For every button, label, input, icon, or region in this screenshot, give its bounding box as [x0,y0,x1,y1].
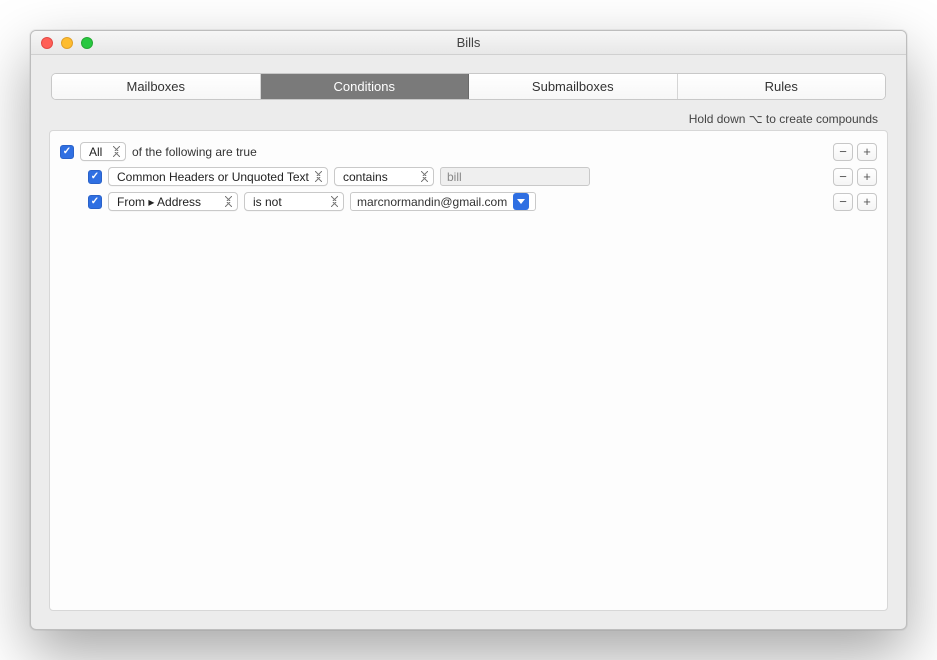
root-add-button[interactable]: + [857,143,877,161]
tab-submailboxes[interactable]: Submailboxes [469,74,678,99]
token-value: marcnormandin@gmail.com [357,195,507,209]
hint-row: Hold down ⌥ to create compounds [31,100,906,130]
titlebar: Bills [31,31,906,55]
root-remove-button[interactable]: − [833,143,853,161]
tab-conditions[interactable]: Conditions [261,74,470,99]
condition-add-button[interactable]: + [857,193,877,211]
token-dropdown-icon[interactable] [513,193,529,210]
window: Bills Mailboxes Conditions Submailboxes … [30,30,907,630]
conditions-pane: All of the following are true − + Common… [49,130,888,611]
condition-remove-button[interactable]: − [833,168,853,186]
root-suffix-label: of the following are true [132,145,257,159]
condition-op-popup[interactable]: contains [334,167,434,186]
condition-row: From ▸ Address is not marcnormandin@gmai… [60,189,877,214]
condition-token-field[interactable]: marcnormandin@gmail.com [350,192,536,211]
condition-value-field[interactable]: bill [440,167,590,186]
window-title: Bills [31,35,906,50]
condition-row: Common Headers or Unquoted Text contains… [60,164,877,189]
zoom-icon[interactable] [81,37,93,49]
condition-add-button[interactable]: + [857,168,877,186]
condition-field-popup[interactable]: Common Headers or Unquoted Text [108,167,328,186]
traffic-lights [31,37,93,49]
root-enabled-checkbox[interactable] [60,145,74,159]
condition-enabled-checkbox[interactable] [88,170,102,184]
condition-enabled-checkbox[interactable] [88,195,102,209]
condition-field-popup[interactable]: From ▸ Address [108,192,238,211]
compound-hint: Hold down ⌥ to create compounds [689,112,878,126]
minimize-icon[interactable] [61,37,73,49]
close-icon[interactable] [41,37,53,49]
condition-remove-button[interactable]: − [833,193,853,211]
tab-mailboxes[interactable]: Mailboxes [52,74,261,99]
tab-bar: Mailboxes Conditions Submailboxes Rules [51,73,886,100]
tab-rules[interactable]: Rules [678,74,886,99]
root-quantifier-popup[interactable]: All [80,142,126,161]
root-condition-row: All of the following are true − + [60,139,877,164]
condition-op-popup[interactable]: is not [244,192,344,211]
